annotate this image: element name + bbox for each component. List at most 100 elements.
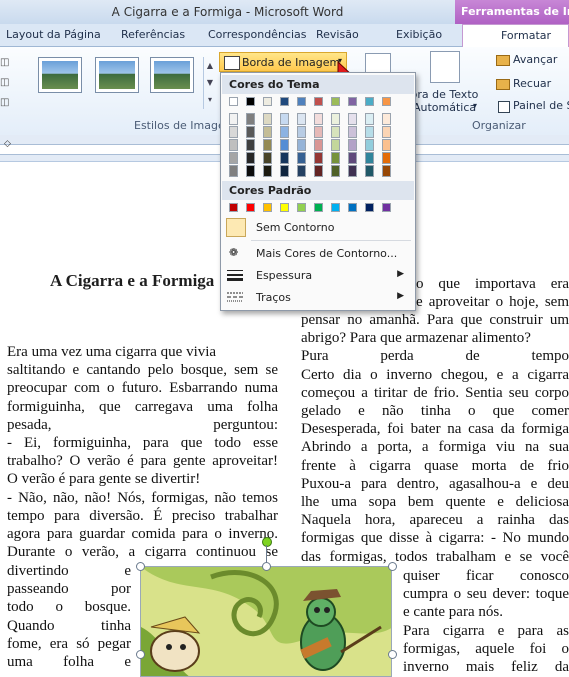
theme-color-swatch[interactable]	[297, 97, 306, 106]
position-icon[interactable]	[430, 51, 460, 83]
theme-shade-swatch[interactable]	[263, 126, 272, 138]
standard-color-swatch[interactable]	[263, 203, 272, 212]
theme-shade-swatch[interactable]	[314, 126, 323, 138]
indent-marker-icon[interactable]: ◇	[4, 139, 11, 149]
theme-shade-swatch[interactable]	[382, 165, 391, 177]
theme-shade-swatch[interactable]	[246, 165, 255, 177]
standard-color-swatch[interactable]	[246, 203, 255, 212]
theme-shade-swatch[interactable]	[229, 126, 238, 138]
theme-shade-swatch[interactable]	[331, 165, 340, 177]
picture-style-thumbnail[interactable]	[38, 57, 82, 93]
tab-page-layout[interactable]: Layout da Página	[6, 28, 101, 41]
standard-color-swatch[interactable]	[365, 203, 374, 212]
standard-color-swatch[interactable]	[297, 203, 306, 212]
selection-pane-button[interactable]: Painel de S	[513, 99, 569, 112]
theme-shade-swatch[interactable]	[365, 139, 374, 151]
theme-shade-swatch[interactable]	[280, 152, 289, 164]
picture-style-thumbnail[interactable]	[95, 57, 139, 93]
theme-shade-swatch[interactable]	[229, 152, 238, 164]
theme-shade-swatch[interactable]	[280, 165, 289, 177]
theme-shade-swatch[interactable]	[280, 126, 289, 138]
theme-shade-swatch[interactable]	[382, 126, 391, 138]
tab-view[interactable]: Exibição	[396, 28, 442, 41]
theme-color-swatch[interactable]	[348, 97, 357, 106]
theme-color-swatch[interactable]	[382, 97, 391, 106]
theme-shade-swatch[interactable]	[348, 139, 357, 151]
theme-shade-swatch[interactable]	[297, 165, 306, 177]
theme-color-swatch[interactable]	[229, 97, 238, 106]
picture-border-button[interactable]: Borda de Imagem ▾	[219, 52, 347, 72]
theme-shade-swatch[interactable]	[382, 113, 391, 125]
theme-shade-swatch[interactable]	[263, 165, 272, 177]
gallery-scroll-buttons[interactable]: ▲ ▼ ▾	[203, 57, 216, 109]
tab-mailings[interactable]: Correspondências	[208, 28, 307, 41]
theme-shade-swatch[interactable]	[297, 126, 306, 138]
theme-shade-swatch[interactable]	[348, 126, 357, 138]
theme-shade-swatch[interactable]	[297, 113, 306, 125]
theme-color-swatch[interactable]	[280, 97, 289, 106]
theme-shade-swatch[interactable]	[365, 113, 374, 125]
theme-shade-swatch[interactable]	[314, 152, 323, 164]
resize-handle[interactable]	[136, 562, 145, 571]
send-backward-button[interactable]: Recuar	[513, 77, 551, 90]
resize-handle[interactable]	[262, 562, 271, 571]
theme-shade-swatch[interactable]	[280, 139, 289, 151]
theme-shade-swatch[interactable]	[348, 165, 357, 177]
theme-shade-swatch[interactable]	[229, 139, 238, 151]
theme-shade-swatch[interactable]	[348, 152, 357, 164]
theme-shade-swatch[interactable]	[297, 139, 306, 151]
wrap-text-dropdown-icon[interactable]: ▾	[473, 101, 477, 110]
theme-shade-swatch[interactable]	[348, 113, 357, 125]
standard-color-swatch[interactable]	[229, 203, 238, 212]
resize-handle[interactable]	[136, 650, 145, 659]
theme-color-swatch[interactable]	[263, 97, 272, 106]
theme-shade-swatch[interactable]	[331, 152, 340, 164]
tab-review[interactable]: Revisão	[316, 28, 359, 41]
theme-shade-swatch[interactable]	[246, 126, 255, 138]
theme-color-swatch[interactable]	[246, 97, 255, 106]
theme-shade-swatch[interactable]	[382, 139, 391, 151]
theme-shade-swatch[interactable]	[314, 139, 323, 151]
theme-color-swatch[interactable]	[331, 97, 340, 106]
bring-forward-button[interactable]: Avançar	[513, 53, 557, 66]
theme-color-swatch[interactable]	[365, 97, 374, 106]
wrap-text-label-2[interactable]: Automática	[413, 101, 476, 114]
more-outline-colors-item[interactable]: ❁ Mais Cores de Contorno...	[222, 243, 414, 263]
picture-style-thumbnail[interactable]	[150, 57, 194, 93]
theme-shade-swatch[interactable]	[229, 165, 238, 177]
rotate-handle[interactable]	[262, 537, 272, 547]
theme-shade-swatch[interactable]	[331, 126, 340, 138]
standard-color-swatch[interactable]	[280, 203, 289, 212]
standard-color-swatch[interactable]	[331, 203, 340, 212]
dashes-item[interactable]: Traços ▶	[222, 287, 414, 307]
weight-item[interactable]: Espessura ▶	[222, 265, 414, 285]
standard-color-swatch[interactable]	[382, 203, 391, 212]
theme-shade-swatch[interactable]	[331, 113, 340, 125]
theme-shade-swatch[interactable]	[246, 113, 255, 125]
tab-format[interactable]: Formatar	[462, 24, 569, 47]
theme-shade-swatch[interactable]	[331, 139, 340, 151]
theme-shade-swatch[interactable]	[365, 152, 374, 164]
selected-picture[interactable]	[140, 566, 392, 677]
standard-color-swatch[interactable]	[314, 203, 323, 212]
theme-shade-swatch[interactable]	[314, 113, 323, 125]
theme-shade-swatch[interactable]	[382, 152, 391, 164]
no-outline-item[interactable]: Sem Contorno	[222, 217, 414, 237]
theme-shade-swatch[interactable]	[314, 165, 323, 177]
theme-shade-swatch[interactable]	[365, 165, 374, 177]
left-edge-icons[interactable]: ◫ ◫ ◫	[0, 53, 12, 113]
theme-color-swatch[interactable]	[314, 97, 323, 106]
tab-references[interactable]: Referências	[121, 28, 185, 41]
resize-handle[interactable]	[388, 562, 397, 571]
theme-shade-swatch[interactable]	[297, 152, 306, 164]
theme-shade-swatch[interactable]	[263, 139, 272, 151]
resize-handle[interactable]	[388, 650, 397, 659]
theme-shade-swatch[interactable]	[229, 113, 238, 125]
theme-shade-swatch[interactable]	[246, 139, 255, 151]
theme-shade-swatch[interactable]	[280, 113, 289, 125]
theme-shade-swatch[interactable]	[263, 113, 272, 125]
theme-shade-swatch[interactable]	[263, 152, 272, 164]
theme-shade-swatch[interactable]	[246, 152, 255, 164]
theme-shade-swatch[interactable]	[365, 126, 374, 138]
standard-color-swatch[interactable]	[348, 203, 357, 212]
